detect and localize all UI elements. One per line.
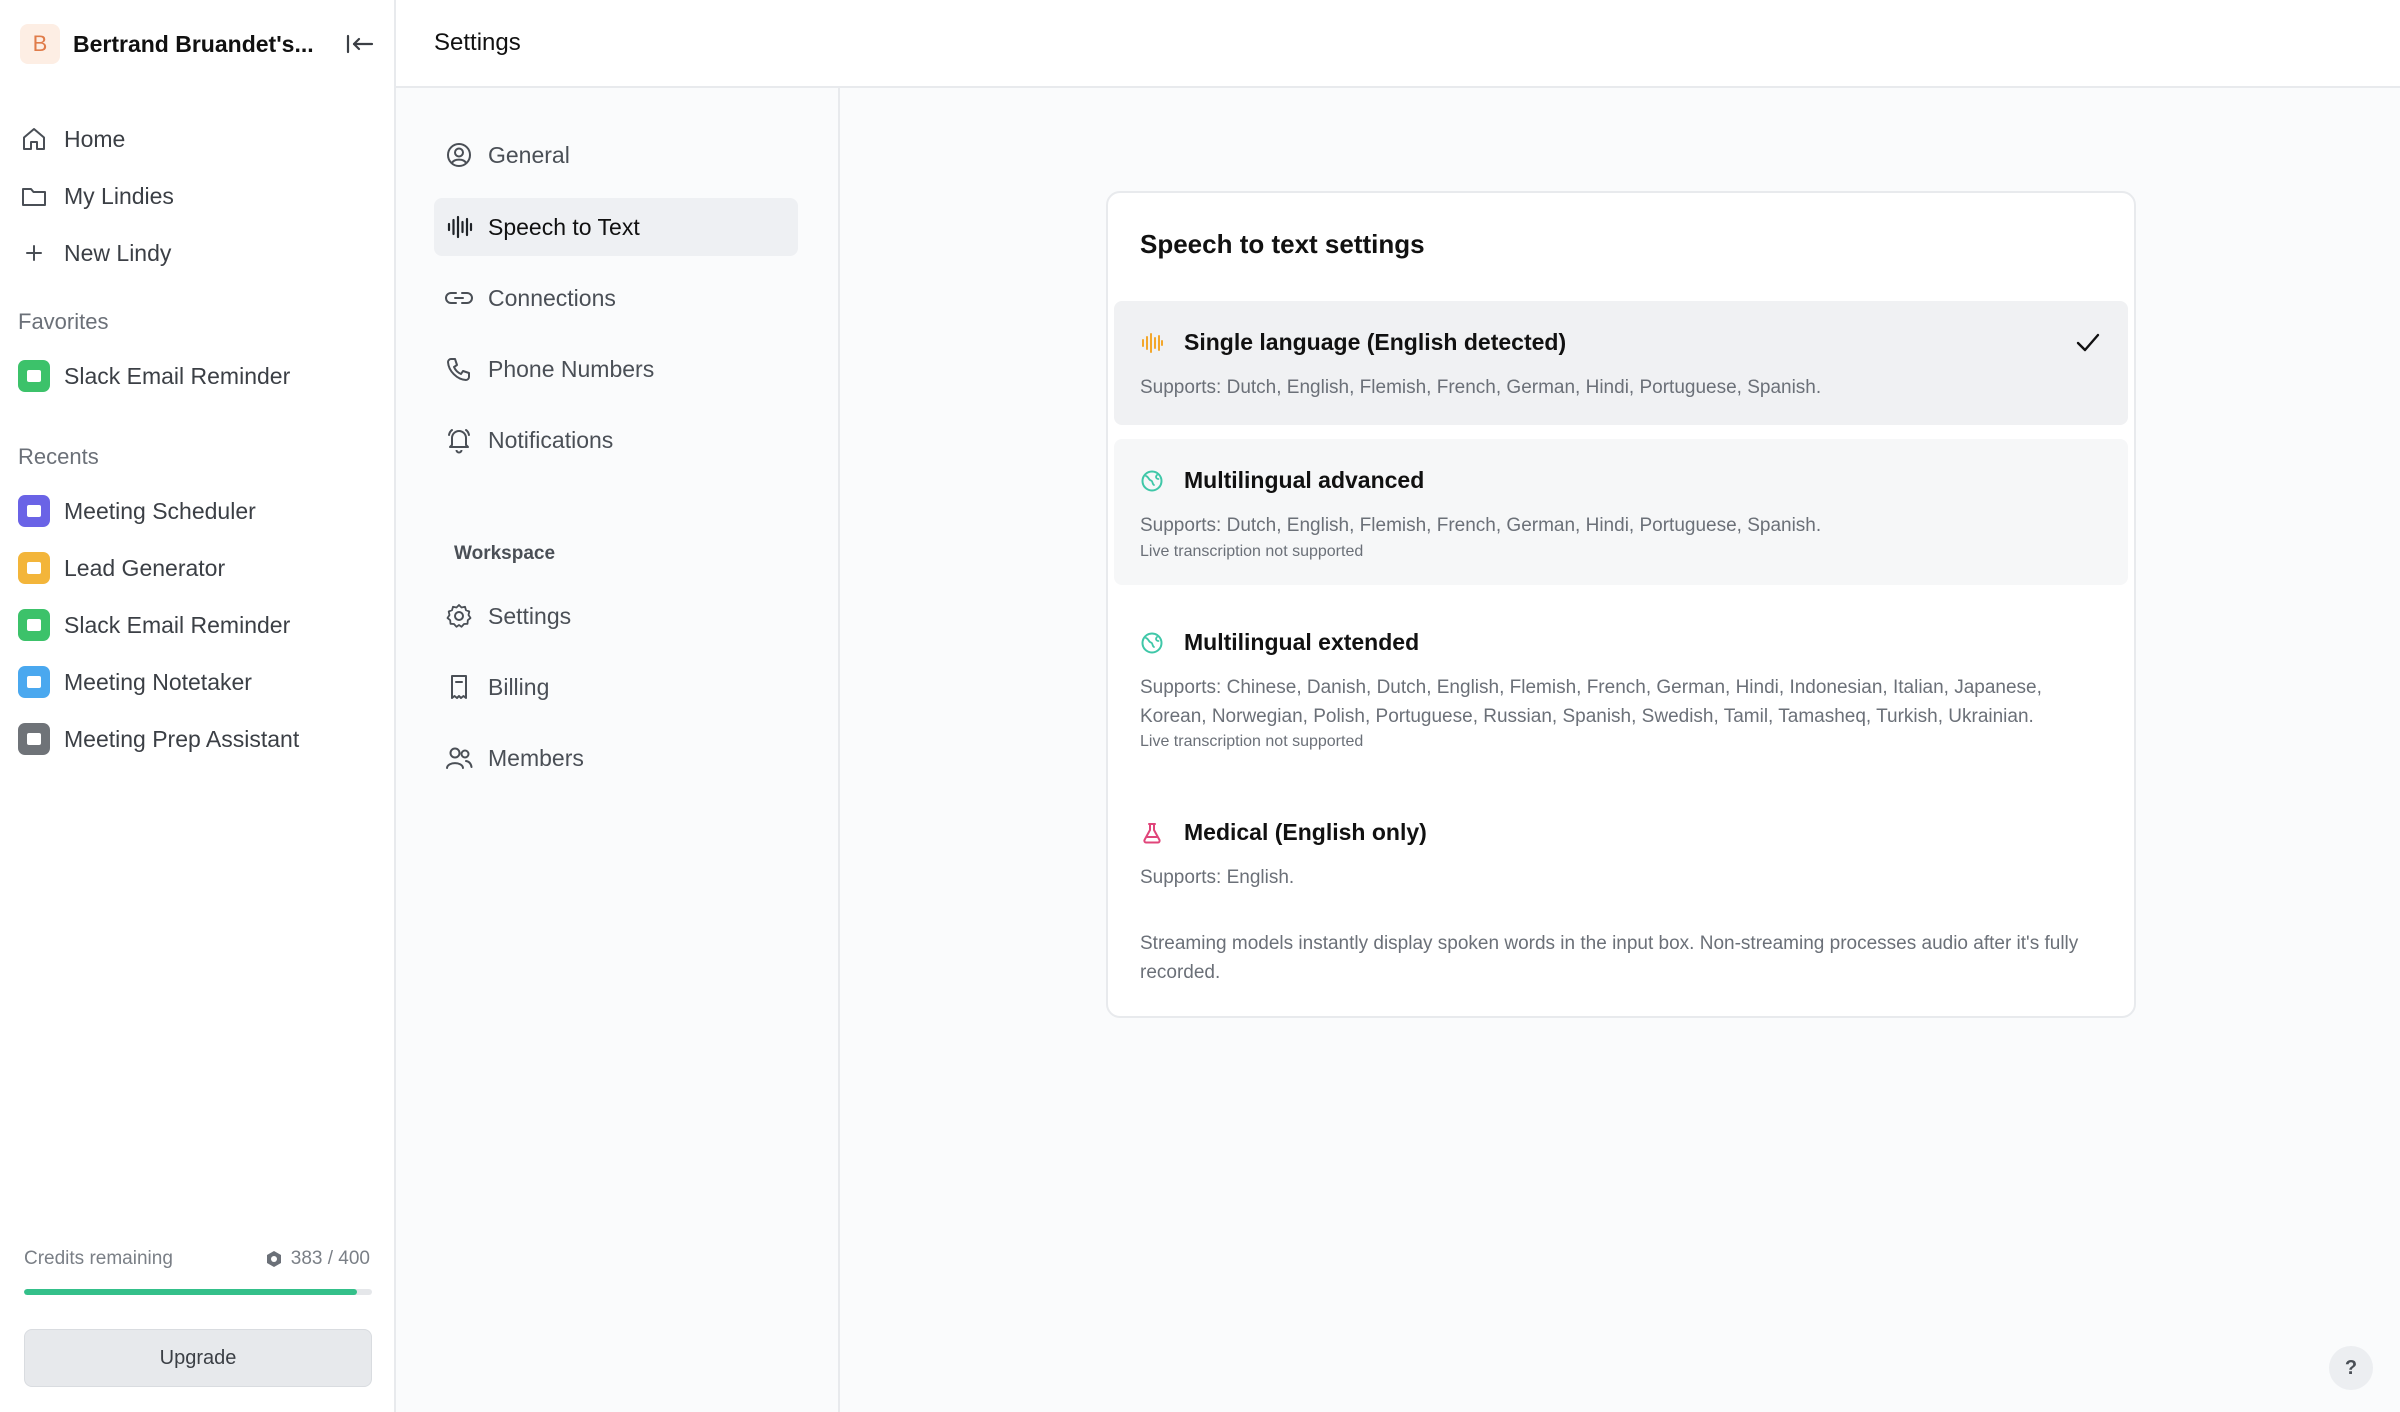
sidebar-item-label: Home (64, 125, 126, 152)
option-supported-languages: Supports: Dutch, English, Flemish, Frenc… (1140, 377, 1822, 398)
globe-icon (1140, 469, 1164, 493)
settings-tab-label: Connections (488, 284, 616, 311)
stt-option-multilingual-advanced[interactable]: Multilingual advanced Supports: Dutch, E… (1114, 439, 2128, 585)
user-circle-icon (444, 140, 474, 170)
sidebar-item-new-lindy[interactable]: New Lindy (18, 229, 378, 277)
workspace-name: Bertrand Bruandet's... (73, 30, 314, 57)
checkmark-icon (2074, 329, 2102, 357)
lindy-app-icon (18, 360, 50, 392)
workspace-avatar: B (20, 24, 60, 64)
card-title: Speech to text settings (1140, 229, 1425, 259)
credits-count: 383 / 400 (290, 1248, 370, 1269)
recent-item[interactable]: Meeting Scheduler (18, 487, 378, 535)
workspace-switcher[interactable]: B Bertrand Bruandet's... (20, 24, 380, 64)
settings-tab-label: Speech to Text (488, 213, 640, 240)
settings-tab-label: Members (488, 744, 584, 771)
option-supported-languages: Supports: English. (1140, 867, 1295, 888)
recent-item-label: Meeting Prep Assistant (64, 725, 300, 752)
waveform-icon (444, 212, 474, 242)
favorite-item-label: Slack Email Reminder (64, 362, 291, 389)
sidebar: B Bertrand Bruandet's... Home My Lindies… (0, 0, 396, 1412)
option-title: Multilingual advanced (1184, 467, 1425, 493)
settings-tab-members[interactable]: Members (434, 729, 798, 787)
option-note: Live transcription not supported (1140, 733, 1364, 750)
settings-tab-label: Notifications (488, 426, 614, 453)
phone-icon (444, 354, 474, 384)
credits-progress-fill (24, 1289, 358, 1295)
credits-hexagon-icon (266, 1251, 281, 1267)
stt-option-medical[interactable]: Medical (English only) Supports: English… (1114, 791, 2128, 907)
favorites-heading: Favorites (18, 309, 109, 334)
settings-tab-phone-numbers[interactable]: Phone Numbers (434, 340, 798, 398)
credits-value: 383 / 400 (265, 1248, 370, 1270)
settings-tab-workspace-settings[interactable]: Settings (434, 587, 798, 645)
option-note: Live transcription not supported (1140, 543, 1364, 560)
sidebar-item-home[interactable]: Home (18, 115, 378, 163)
option-supported-languages: Supports: Chinese, Danish, Dutch, Englis… (1140, 677, 2042, 727)
notetaker-app-icon (18, 666, 50, 698)
settings-tab-notifications[interactable]: Notifications (434, 411, 798, 469)
option-title: Single language (English detected) (1184, 329, 1567, 355)
recent-item-label: Meeting Scheduler (64, 497, 256, 524)
collapse-left-icon (346, 34, 374, 54)
link-icon (444, 283, 474, 313)
upgrade-button[interactable]: Upgrade (24, 1329, 372, 1387)
option-title: Multilingual extended (1184, 629, 1420, 655)
settings-tab-label: Phone Numbers (488, 355, 655, 382)
settings-nav: General Speech to Text Connections Phone… (396, 88, 840, 1412)
folder-icon (18, 180, 50, 212)
sidebar-item-label: My Lindies (64, 182, 174, 209)
recent-item[interactable]: Meeting Notetaker (18, 658, 378, 706)
calendar-app-icon (18, 495, 50, 527)
lindy-app-icon (18, 609, 50, 641)
favorite-item[interactable]: Slack Email Reminder (18, 352, 378, 400)
collapse-sidebar-button[interactable] (344, 30, 376, 58)
users-icon (444, 743, 474, 773)
credits-label: Credits remaining (24, 1248, 173, 1269)
settings-tab-speech-to-text[interactable]: Speech to Text (434, 198, 798, 256)
settings-tab-general[interactable]: General (434, 126, 798, 184)
sidebar-item-my-lindies[interactable]: My Lindies (18, 172, 378, 220)
plus-icon (18, 237, 50, 269)
recent-item-label: Meeting Notetaker (64, 668, 252, 695)
stt-option-single-language[interactable]: Single language (English detected) Suppo… (1114, 301, 2128, 425)
waveform-icon (1140, 331, 1164, 355)
streaming-explanation: Streaming models instantly display spoke… (1140, 933, 2079, 983)
flask-icon (1140, 821, 1164, 845)
heart-app-icon (18, 723, 50, 755)
recent-item[interactable]: Slack Email Reminder (18, 601, 378, 649)
recent-item[interactable]: Lead Generator (18, 544, 378, 592)
page-title: Settings (434, 29, 521, 56)
option-title: Medical (English only) (1184, 819, 1427, 845)
recent-item-label: Lead Generator (64, 554, 226, 581)
stt-option-multilingual-extended[interactable]: Multilingual extended Supports: Chinese,… (1114, 601, 2128, 777)
people-app-icon (18, 552, 50, 584)
settings-tab-connections[interactable]: Connections (434, 269, 798, 327)
credits-progress-bar (24, 1289, 372, 1295)
recent-item-label: Slack Email Reminder (64, 611, 291, 638)
settings-tab-label: General (488, 141, 570, 168)
workspace-heading: Workspace (454, 543, 556, 564)
speech-to-text-settings-card: Speech to text settings Single language … (1106, 191, 2136, 1018)
globe-icon (1140, 631, 1164, 655)
help-button[interactable]: ? (2329, 1346, 2373, 1390)
option-supported-languages: Supports: Dutch, English, Flemish, Frenc… (1140, 515, 1822, 536)
gear-icon (444, 601, 474, 631)
sidebar-item-label: New Lindy (64, 239, 172, 266)
settings-tab-label: Settings (488, 602, 572, 629)
recent-item[interactable]: Meeting Prep Assistant (18, 715, 378, 763)
settings-tab-label: Billing (488, 673, 550, 700)
top-header: Settings (396, 0, 2400, 88)
settings-tab-billing[interactable]: Billing (434, 658, 798, 716)
recents-heading: Recents (18, 444, 99, 469)
home-icon (18, 123, 50, 155)
receipt-icon (444, 672, 474, 702)
bell-icon (444, 425, 474, 455)
